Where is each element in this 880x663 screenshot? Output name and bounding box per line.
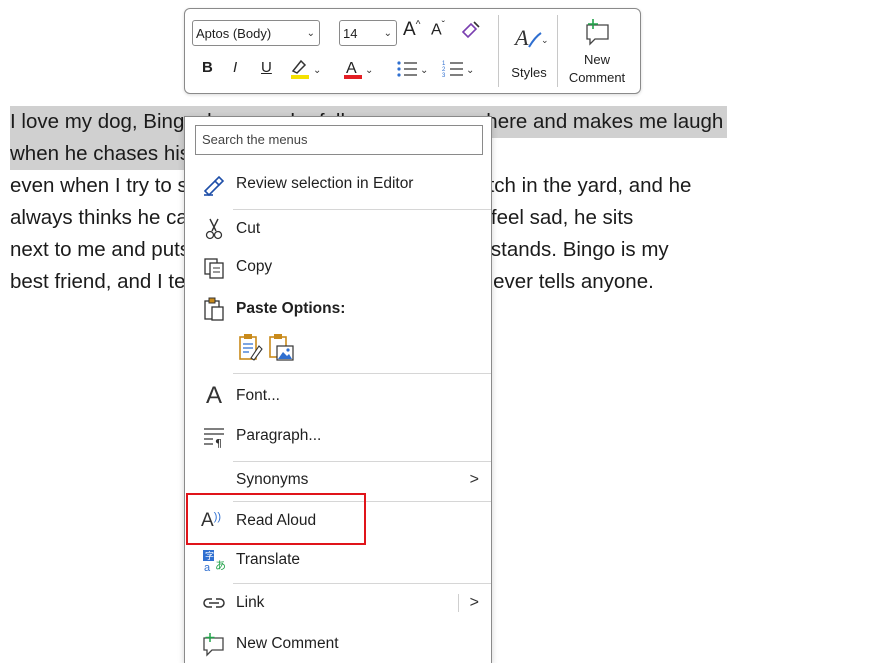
menu-item-label: Paragraph... [236,427,322,444]
link-icon [203,598,225,608]
menu-item-label: New Comment [236,635,339,652]
styles-icon: A ⌄ [513,25,549,50]
paste-picture-icon[interactable] [267,332,295,362]
chevron-right-icon[interactable]: > [470,584,479,622]
styles-label: Styles [511,65,547,80]
doc-line-2[interactable]: when he chases his tail. Every morning, … [10,138,188,170]
copy-icon [204,258,224,279]
svg-text:あ: あ [215,559,226,572]
menu-item-cut[interactable]: Cut [185,210,491,248]
font-name-dropdown[interactable]: Aptos (Body) ⌄ [192,20,320,46]
toolbar-divider [557,15,558,87]
menu-item-label: Review selection in Editor [236,175,414,192]
svg-text:3: 3 [442,73,446,79]
styles-button[interactable]: A ⌄ Styles [503,17,555,89]
bullets-icon[interactable]: ⌄ [395,57,431,86]
menu-item-label: Link [236,594,265,611]
read-aloud-highlight-box [186,493,366,545]
svg-text:a: a [204,562,211,573]
new-comment-button[interactable]: New Comment [559,15,635,89]
font-size-value: 14 [343,26,358,41]
menu-item-font[interactable]: A Font... [185,377,491,415]
new-comment-icon [586,19,609,46]
context-menu: Search the menus Review selection in Edi… [184,116,492,663]
svg-text:A: A [513,25,529,50]
menu-item-paste-options: Paste Options: [185,290,491,328]
underline-button[interactable]: U [261,59,272,76]
svg-text:⌄: ⌄ [365,65,373,76]
menu-item-label: Cut [236,220,261,237]
new-comment-label-line1: New [583,52,610,67]
menu-item-label: Translate [236,551,301,568]
clear-formatting-icon[interactable] [459,18,483,47]
svg-text:¶: ¶ [215,437,222,449]
bold-button[interactable]: B [202,59,213,76]
menu-item-copy[interactable]: Copy [185,248,491,286]
chevron-down-icon: ⌄ [383,28,392,39]
font-name-value: Aptos (Body) [196,26,272,41]
menu-item-paragraph[interactable]: ¶ Paragraph... [185,417,491,455]
italic-button[interactable]: I [233,59,237,76]
font-color-button[interactable]: A ⌄ [343,57,377,86]
scissors-icon [205,218,223,240]
font-a-icon: A [205,382,222,409]
menu-item-new-comment[interactable]: New Comment [185,625,491,663]
highlight-color-button[interactable]: ⌄ [289,57,325,86]
svg-text:⌄: ⌄ [420,65,428,76]
paste-keep-formatting-icon[interactable] [237,332,263,362]
split-divider [458,594,459,612]
mini-toolbar: Aptos (Body) ⌄ 14 ⌄ A^ Aˇ B I U ⌄ A ⌄ ⌄ 1… [184,8,641,94]
font-size-dropdown[interactable]: 14 ⌄ [339,20,397,46]
numbering-icon[interactable]: 1 2 3 ⌄ [441,57,477,86]
menu-item-review-in-editor[interactable]: Review selection in Editor [185,165,491,203]
editor-pen-icon [203,175,225,197]
paste-icon [204,297,224,321]
menu-item-label: Paste Options: [236,300,346,317]
paragraph-icon: ¶ [204,428,224,449]
menu-divider [233,373,491,374]
svg-text:⌄: ⌄ [313,65,321,76]
chevron-right-icon: > [469,471,479,488]
svg-text:⌄: ⌄ [541,36,549,46]
menu-item-label: Copy [236,258,273,275]
menu-item-translate[interactable]: 字 a あ Translate [185,541,491,579]
svg-text:字: 字 [205,550,214,562]
new-comment-icon [203,633,224,657]
new-comment-label-line2: Comment [568,70,626,85]
chevron-down-icon: ⌄ [306,28,315,39]
svg-text:⌄: ⌄ [466,65,474,76]
search-menus-input[interactable]: Search the menus [195,125,483,155]
menu-item-label: Font... [236,387,280,404]
toolbar-divider [498,15,499,87]
grow-font-icon[interactable]: A^ [403,19,420,41]
svg-text:A: A [346,60,357,77]
shrink-font-icon[interactable]: Aˇ [431,20,445,39]
translate-icon: 字 a あ [203,550,226,573]
menu-item-link[interactable]: Link > [185,584,491,622]
